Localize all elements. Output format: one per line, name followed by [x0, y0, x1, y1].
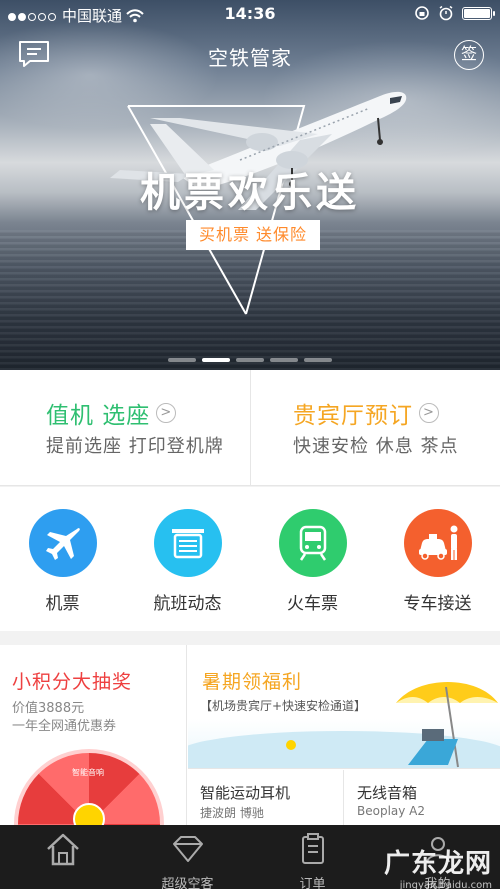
diamond-icon — [172, 836, 203, 862]
battery-icon — [462, 6, 495, 20]
wheel-label: 智能音响 — [72, 768, 104, 777]
earphone-brand: 捷波朗 博驰 — [200, 806, 264, 820]
top-bar: 空铁管家 签 — [0, 36, 500, 76]
status-bar: 中国联通 14:36 — [0, 0, 500, 28]
tab-super-club[interactable]: 超级空客 — [125, 831, 250, 889]
grid-label-car-service: 专车接送 — [403, 594, 472, 614]
home-icon — [46, 833, 79, 866]
vip-lounge-title: 贵宾厅预订 — [293, 403, 413, 429]
summer-benefit-card[interactable]: 暑期领福利 【机场贵宾厅+快速安检通道】 — [188, 645, 500, 769]
watermark: 广东龙网 jingyan.baidu.com — [384, 843, 492, 889]
grid-item-car-service[interactable]: 专车接送 — [375, 509, 500, 614]
summer-subtitle: 【机场贵宾厅+快速安检通道】 — [200, 699, 367, 713]
earphone-title: 智能运动耳机 — [200, 784, 291, 802]
tab-home[interactable] — [0, 831, 125, 873]
checkin-seat-card[interactable]: 值机 选座 > 提前选座 打印登机牌 — [0, 370, 250, 486]
lottery-wheel[interactable]: 智能音响 — [14, 749, 164, 825]
grid-item-flight[interactable]: 机票 — [0, 509, 125, 614]
pager-dot[interactable] — [168, 358, 196, 362]
pager-dot[interactable] — [304, 358, 332, 362]
lottery-card[interactable]: 小积分大抽奖 价值3888元 一年全网通优惠券 智能音响 — [0, 645, 187, 825]
promo-section: 小积分大抽奖 价值3888元 一年全网通优惠券 智能音响 暑期领福利 【机场贵宾… — [0, 645, 500, 825]
watermark-sub: jingyan.baidu.com — [399, 880, 492, 889]
watermark-text: 广东龙网 — [383, 849, 492, 879]
pager-dot-active[interactable] — [202, 358, 230, 362]
tab-label-orders: 订单 — [299, 877, 326, 889]
service-grid: 机票 航班动态 火车票 专车接送 — [0, 487, 500, 631]
lottery-value: 价值3888元 — [12, 701, 85, 716]
earphone-card[interactable]: 智能运动耳机 捷波朗 博驰 — [188, 770, 344, 825]
beach-umbrella-icon — [396, 682, 498, 768]
order-icon — [301, 833, 324, 864]
car-service-icon — [403, 509, 472, 577]
app-screen: 中国联通 14:36 空铁管家 签 机票欢乐送 买机票 送保险 值机 选座 > … — [0, 0, 500, 889]
hero-subline: 买机票 送保险 — [186, 220, 320, 250]
flight-board-icon — [153, 509, 222, 577]
rotation-lock-icon — [415, 6, 429, 20]
tab-label-super-club: 超级空客 — [161, 877, 214, 889]
app-title: 空铁管家 — [208, 46, 292, 70]
pager-dot[interactable] — [270, 358, 298, 362]
chevron-right-icon: > — [419, 403, 439, 423]
speaker-brand: Beoplay A2 — [357, 804, 426, 818]
grid-label-train: 火车票 — [287, 594, 338, 614]
vip-lounge-card[interactable]: 贵宾厅预订 > 快速安检 休息 茶点 — [250, 370, 500, 486]
wheel-hub — [73, 803, 105, 825]
grid-item-train[interactable]: 火车票 — [250, 509, 375, 614]
lottery-title: 小积分大抽奖 — [12, 671, 133, 693]
tab-orders[interactable]: 订单 — [250, 831, 375, 889]
train-icon — [278, 509, 347, 577]
pager-dot[interactable] — [236, 358, 264, 362]
quick-services: 值机 选座 > 提前选座 打印登机牌 贵宾厅预订 > 快速安检 休息 茶点 — [0, 370, 500, 486]
sign-in-button[interactable]: 签 — [454, 40, 484, 70]
hero-banner[interactable]: 中国联通 14:36 空铁管家 签 机票欢乐送 买机票 送保险 — [0, 0, 500, 370]
grid-label-flight: 机票 — [45, 594, 80, 614]
banner-pager[interactable] — [168, 358, 332, 362]
alarm-icon — [439, 5, 453, 21]
airplane-icon — [28, 509, 97, 577]
speaker-title: 无线音箱 — [357, 784, 418, 802]
lottery-desc: 一年全网通优惠券 — [12, 719, 117, 734]
chevron-right-icon: > — [156, 403, 177, 423]
hero-headline: 机票欢乐送 — [140, 170, 360, 216]
duck-icon — [286, 740, 296, 750]
grid-item-flight-status[interactable]: 航班动态 — [125, 509, 250, 614]
checkin-seat-desc: 提前选座 打印登机牌 — [46, 436, 224, 457]
bottom-tab-bar: 超级空客 订单 我的 广东龙网 jingyan.baidu.com — [0, 825, 500, 889]
speaker-card[interactable]: 无线音箱 Beoplay A2 — [345, 770, 500, 825]
summer-title: 暑期领福利 — [202, 671, 303, 693]
grid-label-flight-status: 航班动态 — [153, 594, 222, 614]
checkin-seat-title: 值机 选座 — [46, 403, 151, 429]
vip-lounge-desc: 快速安检 休息 茶点 — [293, 436, 459, 457]
